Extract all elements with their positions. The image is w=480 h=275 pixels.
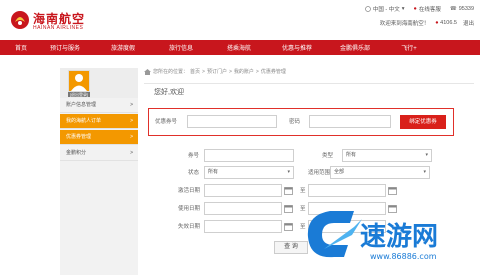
to-label: 至 [300,188,306,194]
breadcrumb: 您所在的位置： 首页 > 预订门户 > 我的账户 > 优惠券管理 [144,68,286,75]
main-nav: 首页 预订与服务 旅游度假 旅行信息 搭乘海航 优惠与推荐 金鹏俱乐部 飞行+ [0,40,480,55]
chevron-down-icon: ▾ [425,152,428,158]
welcome-text: 欢迎来到海南航空！ [379,21,430,27]
chevron-down-icon: ▾ [401,6,405,12]
filter-status-select[interactable]: 所有 ▾ [204,166,294,179]
filter-code-label: 券号 [188,153,200,159]
logout-link[interactable]: 退出 [463,19,474,27]
calendar-icon[interactable] [284,186,293,195]
coupon-code-input[interactable] [187,115,277,128]
filter-scope-select[interactable]: 全部 ▾ [330,166,430,179]
coupon-code-label: 优惠券号 [155,119,178,125]
chevron-right-icon: > [130,150,133,156]
sidebar-item-orders[interactable]: 我的海航人订单 > [60,114,138,129]
nav-item-offers[interactable]: 优惠与推荐 [268,43,326,52]
watermark-url: www.86886.com [370,252,437,261]
sidebar-item-coupons[interactable]: 优惠券管理 > [60,130,138,145]
logo-en-text: HAINAN AIRLINES [33,25,84,31]
hotline-link[interactable]: ☎ 95339 [450,6,474,12]
nav-item-vacation[interactable]: 旅游度假 [94,43,152,52]
logo[interactable]: 海南航空 HAINAN AIRLINES [10,8,110,36]
user-icon [71,74,87,91]
watermark: 速游网 www.86886.com [307,211,438,261]
nav-item-home[interactable]: 首页 [6,43,36,52]
filter-type-label: 类型 [322,153,334,159]
activation-date-from[interactable] [204,184,282,197]
activation-date-to[interactable] [308,184,386,197]
calendar-icon[interactable] [284,222,293,231]
breadcrumb-portal[interactable]: 预订门户 [207,68,227,75]
coupon-password-input[interactable] [309,115,391,128]
region-selector[interactable]: 中国 - 中文 ▾ [364,5,405,13]
filter-expiry-label: 失效日期 [178,224,201,230]
filter-scope-label: 适用范围 [308,170,331,176]
breadcrumb-home[interactable]: 首页 [190,68,200,75]
top-links: 中国 - 中文 ▾ ● 在线客服 ☎ 95339 [364,5,474,13]
bind-coupon-button[interactable]: 绑定优惠券 [400,115,446,129]
sidebar-item-points[interactable]: 金鹏积分 > [60,146,138,161]
avatar-box: [退出登录] [60,68,138,98]
use-date-from[interactable] [204,202,282,215]
chevron-right-icon: > [130,134,133,140]
chevron-down-icon: ▾ [287,169,290,175]
filter-use-date-label: 使用日期 [178,206,201,212]
nav-item-club[interactable]: 金鹏俱乐部 [326,43,384,52]
filter-status-label: 状态 [188,170,200,176]
nav-item-fly[interactable]: 搭乘海航 [210,43,268,52]
chevron-down-icon: ▾ [423,169,426,175]
top-user-bar: 欢迎来到海南航空！ ● 4106.5 退出 [380,19,474,27]
greeting: 您好,欢迎 [154,89,184,96]
calendar-icon[interactable] [388,186,397,195]
coupon-password-label: 密码 [289,119,301,125]
breadcrumb-current: 优惠券管理 [260,69,286,75]
filter-activation-label: 激活日期 [178,188,201,194]
account-sidebar: [退出登录] 账户信息管理 > 我的海航人订单 > 优惠券管理 > 金鹏积分 > [60,68,138,275]
chevron-right-icon: > [130,118,133,124]
globe-icon [364,6,371,12]
hainan-logo-icon [11,11,29,29]
region-label: 中国 - 中文 [372,7,400,13]
watermark-text: 速游网 [360,222,438,252]
nav-item-travel-info[interactable]: 旅行信息 [152,43,210,52]
breadcrumb-account[interactable]: 我的账户 [234,68,254,75]
points-value: 4106.5 [440,20,457,26]
nav-item-booking[interactable]: 预订与服务 [36,43,94,52]
divider [144,83,474,84]
points-link[interactable]: ● 4106.5 [435,20,457,26]
avatar [68,70,90,92]
sidebar-item-account[interactable]: 账户信息管理 > [60,98,138,113]
calendar-icon[interactable] [284,204,293,213]
nav-item-flyplus[interactable]: 飞行+ [384,43,434,52]
home-icon [144,68,151,75]
chevron-right-icon: > [130,102,133,108]
filter-code-input[interactable] [204,149,294,162]
logout-label[interactable]: [退出登录] [68,92,90,97]
bind-coupon-box: 优惠券号 密码 绑定优惠券 [148,108,454,136]
filter-type-select[interactable]: 所有 ▾ [342,149,432,162]
phone-icon: ☎ [449,6,457,12]
chat-icon: ● [413,6,417,12]
top-bar: 海南航空 HAINAN AIRLINES 中国 - 中文 ▾ ● 在线客服 ☎ … [0,0,480,40]
coin-icon: ● [435,20,439,26]
online-service-link[interactable]: ● 在线客服 [414,5,441,13]
expiry-date-from[interactable] [204,220,282,233]
